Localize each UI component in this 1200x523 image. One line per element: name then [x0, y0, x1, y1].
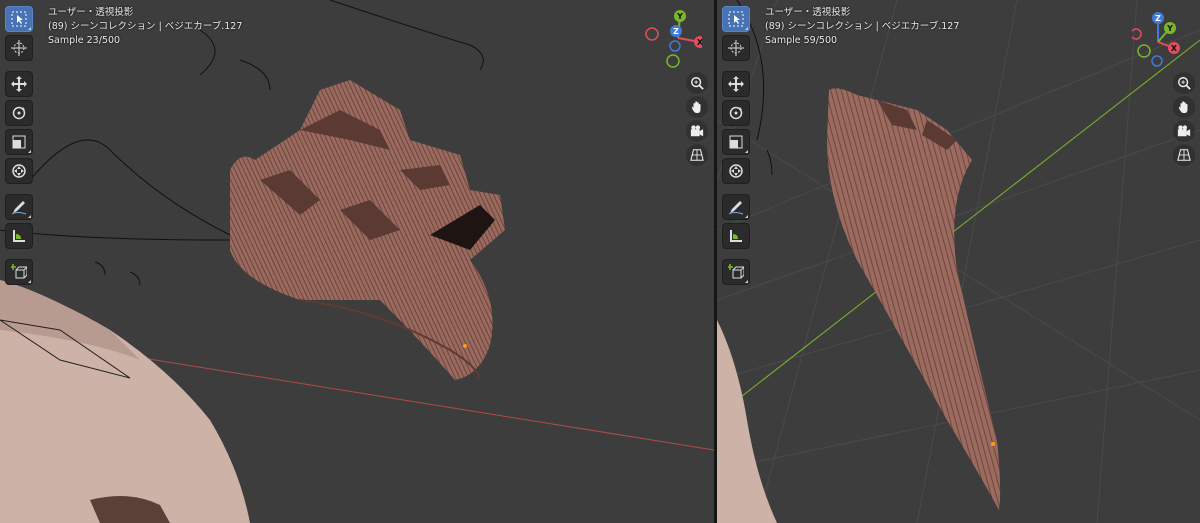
measure-icon	[13, 230, 25, 242]
add-cube-icon	[11, 264, 27, 279]
axis-y-label: Y	[676, 12, 683, 21]
rotate-tool[interactable]	[722, 100, 750, 126]
grid-perspective-icon	[690, 149, 704, 161]
scale-icon	[12, 135, 26, 149]
axis-z-label: Z	[673, 27, 679, 36]
collection-text: (89) シーンコレクション | ベジエカーブ.127	[765, 21, 960, 32]
collection-text: (89) シーンコレクション | ベジエカーブ.127	[48, 21, 243, 32]
pan-control-right[interactable]	[1173, 96, 1195, 118]
axis-gizmo-left[interactable]: Y X Z	[642, 8, 702, 68]
view-name-text: ユーザー・透視投影	[765, 7, 851, 18]
measure-tool[interactable]	[722, 223, 750, 249]
sample-count-text: Sample 23/500	[48, 35, 121, 46]
annotate-icon	[728, 201, 744, 215]
transform-icon	[729, 164, 743, 178]
viewport-left[interactable]: ユーザー・透視投影 (89) シーンコレクション | ベジエカーブ.127 Sa…	[0, 0, 714, 523]
axis-z-label: Z	[1155, 14, 1161, 23]
zoom-icon	[1178, 77, 1191, 90]
perspective-control-right[interactable]	[1173, 144, 1195, 166]
cursor-tool[interactable]	[5, 35, 33, 61]
select-box-tool[interactable]	[722, 6, 750, 32]
transform-icon	[12, 164, 26, 178]
toolbar-left	[5, 6, 33, 288]
scale-tool[interactable]	[722, 129, 750, 155]
scene-render-right	[717, 0, 1200, 523]
viewport-info-left: ユーザー・透視投影 (89) シーンコレクション | ベジエカーブ.127 Sa…	[48, 6, 242, 48]
viewport-info-right: ユーザー・透視投影 (89) シーンコレクション | ベジエカーブ.127 Sa…	[765, 6, 959, 48]
cursor-icon	[11, 40, 27, 56]
zoom-icon	[691, 77, 704, 90]
grid-perspective-icon	[1177, 149, 1191, 161]
rotate-icon	[729, 106, 743, 120]
rotate-tool[interactable]	[5, 100, 33, 126]
view-name-text: ユーザー・透視投影	[48, 7, 134, 18]
transform-tool[interactable]	[5, 158, 33, 184]
measure-icon	[730, 230, 742, 242]
select-box-tool[interactable]	[5, 6, 33, 32]
rotate-icon	[12, 106, 26, 120]
move-icon	[11, 76, 27, 92]
annotate-tool[interactable]	[722, 194, 750, 220]
axis-x-label: X	[1171, 44, 1178, 53]
move-tool[interactable]	[5, 71, 33, 97]
annotate-tool[interactable]	[5, 194, 33, 220]
move-icon	[728, 76, 744, 92]
scale-icon	[729, 135, 743, 149]
scale-tool[interactable]	[5, 129, 33, 155]
scene-render-left	[0, 0, 714, 523]
axis-y-label: Y	[1166, 24, 1173, 33]
camera-control-right[interactable]	[1173, 120, 1195, 142]
transform-tool[interactable]	[722, 158, 750, 184]
perspective-control-left[interactable]	[686, 144, 708, 166]
pan-control-left[interactable]	[686, 96, 708, 118]
camera-icon	[690, 125, 704, 137]
select-box-icon	[728, 11, 744, 27]
annotate-icon	[11, 201, 27, 215]
axis-gizmo-right[interactable]: Z Y X	[1132, 8, 1192, 68]
pan-hand-icon	[1178, 101, 1188, 114]
add-cube-tool[interactable]	[5, 259, 33, 285]
toolbar-right	[722, 6, 750, 288]
select-box-icon	[11, 11, 27, 27]
add-cube-tool[interactable]	[722, 259, 750, 285]
add-cube-icon	[728, 264, 744, 279]
move-tool[interactable]	[722, 71, 750, 97]
viewport-right[interactable]: ユーザー・透視投影 (89) シーンコレクション | ベジエカーブ.127 Sa…	[717, 0, 1200, 523]
zoom-control-right[interactable]	[1173, 72, 1195, 94]
cursor-icon	[728, 40, 744, 56]
measure-tool[interactable]	[5, 223, 33, 249]
sample-count-text: Sample 59/500	[765, 35, 838, 46]
camera-icon	[1177, 125, 1191, 137]
pan-hand-icon	[691, 101, 701, 114]
camera-control-left[interactable]	[686, 120, 708, 142]
axis-x-label: X	[697, 38, 702, 47]
zoom-control-left[interactable]	[686, 72, 708, 94]
cursor-tool[interactable]	[722, 35, 750, 61]
